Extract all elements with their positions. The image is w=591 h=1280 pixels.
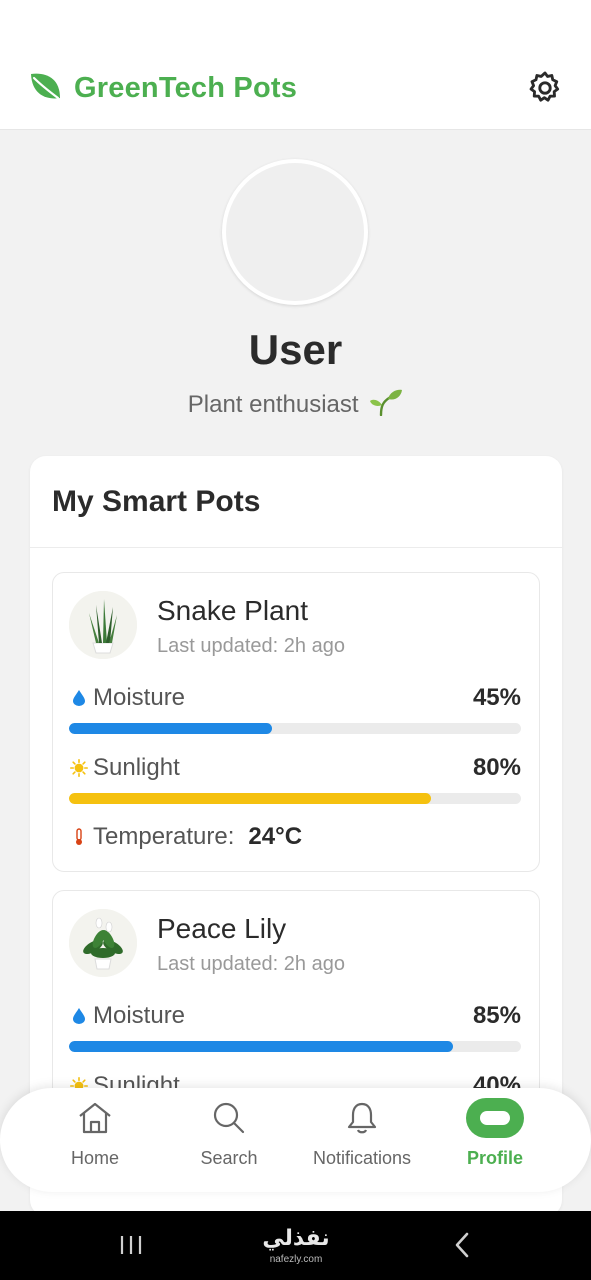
peace-lily-image — [69, 909, 137, 977]
moisture-bar — [69, 723, 521, 734]
brand-name: GreenTech Pots — [74, 71, 298, 104]
thermometer-icon — [69, 828, 89, 846]
nav-label: Profile — [466, 1148, 523, 1168]
search-icon — [164, 1098, 294, 1138]
nav-search[interactable]: Search — [164, 1098, 294, 1184]
temperature-metric: Temperature: 24°C — [69, 823, 521, 851]
user-name: User — [248, 326, 343, 373]
nav-home[interactable]: Home — [30, 1098, 160, 1184]
moisture-metric: Moisture 45% — [69, 683, 521, 734]
nav-label: Notifications — [312, 1148, 412, 1168]
moisture-label: Moisture — [93, 1002, 186, 1029]
watermark-url: nafezly.com — [269, 1254, 323, 1265]
bell-icon — [297, 1098, 427, 1138]
nav-profile[interactable]: Profile — [430, 1098, 560, 1184]
brand: GreenTech Pots — [28, 70, 297, 106]
water-drop-icon — [69, 1008, 89, 1024]
leaf-icon — [28, 70, 62, 107]
profile-icon — [430, 1098, 560, 1138]
moisture-label: Moisture — [93, 684, 186, 711]
app-header: GreenTech Pots — [0, 0, 591, 130]
sprout-icon — [369, 388, 403, 423]
watermark-text: نفذلي — [262, 1226, 330, 1251]
moisture-value: 85% — [472, 1002, 521, 1029]
nav-label: Search — [200, 1148, 258, 1168]
sun-icon — [69, 759, 89, 777]
sunlight-value: 80% — [472, 754, 521, 781]
sunlight-metric: Sunlight 80% — [69, 753, 521, 804]
tagline-text: Plant enthusiast — [187, 391, 359, 418]
user-tagline: Plant enthusiast — [0, 388, 591, 423]
moisture-bar-fill — [69, 1041, 454, 1052]
moisture-metric: Moisture 85% — [69, 1001, 521, 1052]
bottom-nav: Home Search Notifications Profile — [0, 1088, 591, 1192]
temperature-value: 24°C — [248, 823, 303, 850]
nav-notifications[interactable]: Notifications — [297, 1098, 427, 1184]
pot-card-snake-plant[interactable]: Snake Plant Last updated: 2h ago Moistur… — [52, 572, 540, 872]
pot-name: Peace Lily — [157, 913, 287, 944]
moisture-bar — [69, 1041, 521, 1052]
panel-title: My Smart Pots — [52, 484, 261, 518]
nav-label: Home — [70, 1148, 119, 1168]
back-icon[interactable] — [452, 1231, 472, 1259]
panel-header: My Smart Pots — [30, 456, 562, 548]
pot-name: Snake Plant — [157, 595, 308, 626]
temperature-label: Temperature: — [93, 823, 235, 850]
system-nav-bar: نفذلي nafezly.com — [0, 1211, 591, 1280]
sunlight-bar-fill — [69, 793, 431, 804]
nafezly-watermark[interactable]: نفذلي nafezly.com — [258, 1224, 334, 1276]
moisture-value: 45% — [472, 684, 521, 711]
gear-icon[interactable] — [526, 69, 564, 107]
avatar[interactable] — [222, 159, 368, 305]
home-icon — [30, 1098, 160, 1138]
pot-last-updated: Last updated: 2h ago — [157, 953, 345, 975]
moisture-bar-fill — [69, 723, 273, 734]
snake-plant-image — [69, 591, 137, 659]
recent-apps-icon[interactable] — [118, 1233, 144, 1257]
water-drop-icon — [69, 690, 89, 706]
sunlight-label: Sunlight — [93, 754, 180, 781]
sunlight-bar — [69, 793, 521, 804]
pot-last-updated: Last updated: 2h ago — [157, 635, 345, 657]
